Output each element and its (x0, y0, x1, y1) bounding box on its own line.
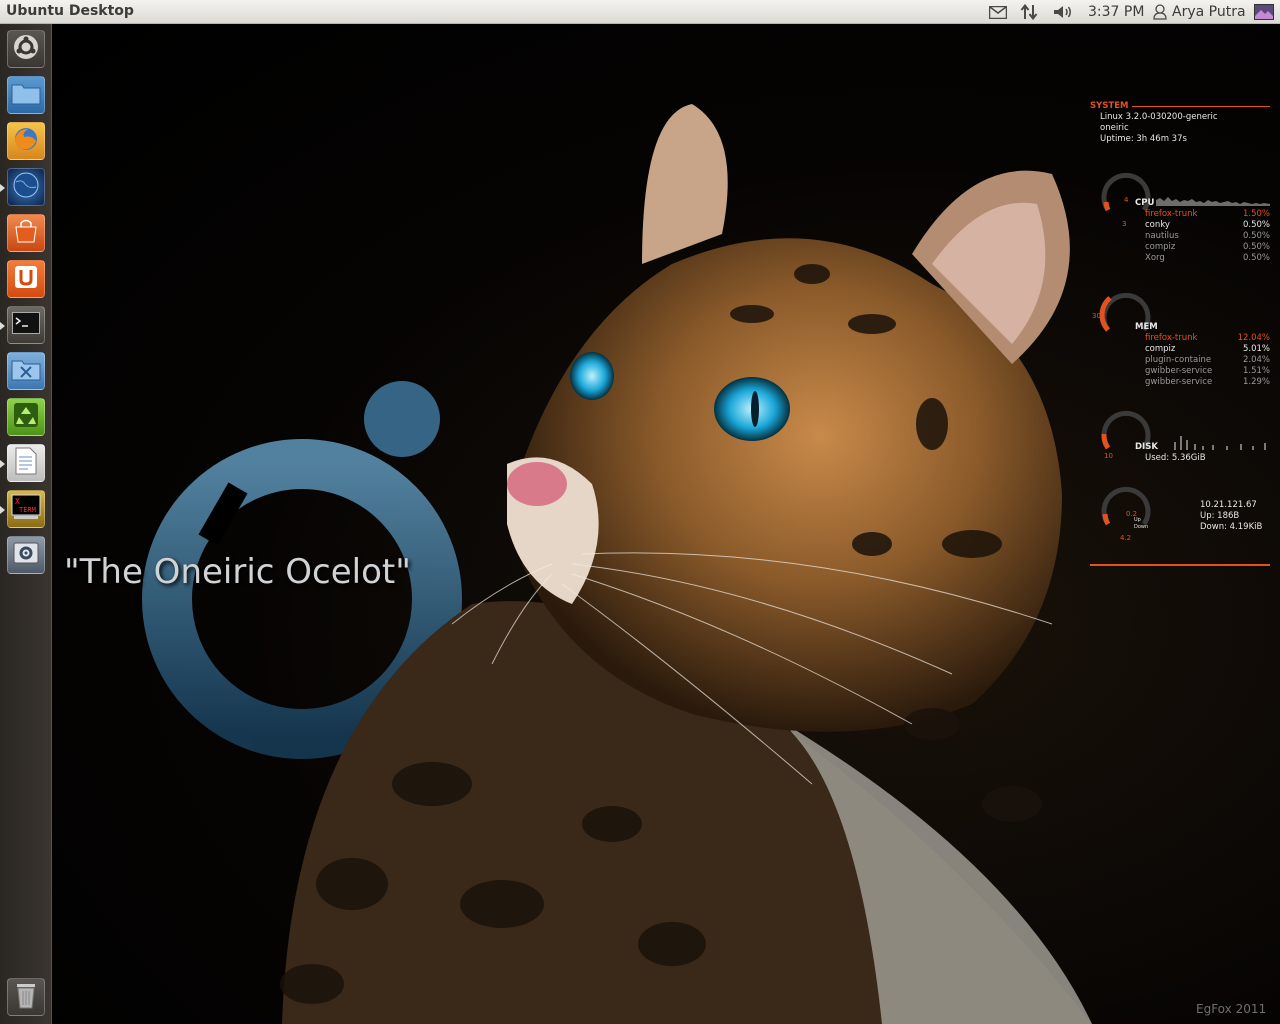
uptime: Uptime: 3h 46m 37s (1100, 134, 1187, 144)
net-up: Up: 186B (1200, 511, 1240, 521)
conky-monitor: SYSTEM Linux 3.2.0-030200-generic oneiri… (1088, 96, 1274, 576)
mem-gauge-label: 30 (1092, 312, 1101, 320)
cpu-proc-name: Xorg (1145, 253, 1165, 263)
cpu-proc-name: firefox-trunk (1145, 209, 1198, 219)
running-indicator (0, 506, 5, 514)
cpu-header: CPU (1135, 198, 1155, 208)
mem-proc-value: 5.01% (1242, 344, 1270, 354)
net-mini-label: Down (1134, 524, 1149, 530)
network-icon[interactable] (1017, 0, 1041, 24)
recycle-app-launcher[interactable] (7, 398, 45, 436)
cpu-proc-name: conky (1145, 220, 1170, 230)
xterm-icon: X TERM (11, 494, 41, 524)
files-launcher[interactable] (7, 76, 45, 114)
mem-proc-value: 2.04% (1242, 355, 1270, 365)
disk-graph (1174, 436, 1266, 450)
terminal-launcher[interactable] (7, 306, 45, 344)
mail-icon[interactable] (986, 0, 1010, 24)
web-browser-launcher[interactable] (7, 168, 45, 206)
mem-header: MEM (1135, 322, 1158, 332)
firefox-launcher[interactable] (7, 122, 45, 160)
divider (1132, 106, 1270, 107)
running-indicator (0, 460, 5, 468)
cpu-proc-name: compiz (1145, 242, 1176, 252)
running-indicator (0, 184, 5, 192)
disk-used: Used: 5.36GiB (1145, 453, 1206, 463)
mem-proc-value: 1.29% (1242, 377, 1270, 387)
running-indicator (0, 322, 5, 330)
globe-icon (12, 171, 40, 203)
ip-address: 10.21.121.67 (1200, 500, 1257, 510)
cpu-proc-value: 0.50% (1242, 253, 1270, 263)
text-editor-launcher[interactable] (7, 444, 45, 482)
ubuntu-one-icon (14, 265, 38, 293)
mem-proc-name: firefox-trunk (1145, 333, 1198, 343)
trash-launcher[interactable] (7, 978, 45, 1016)
dash-home-button[interactable] (7, 30, 45, 68)
cpu-gauge-label: 3 (1122, 220, 1127, 228)
cpu-proc-name: nautilus (1145, 231, 1179, 241)
svg-text:X: X (15, 497, 20, 506)
mem-proc-name: compiz (1145, 344, 1176, 354)
system-tools-launcher[interactable] (7, 352, 45, 390)
disk-gauge-label: 10 (1104, 452, 1113, 460)
mem-proc-name: plugin-containe (1145, 355, 1212, 365)
top-panel: Ubuntu Desktop 3:37 PM Arya Putra (0, 0, 1280, 24)
user-icon[interactable] (1151, 0, 1169, 24)
mem-proc-name: gwibber-service (1145, 366, 1213, 376)
trash-icon (15, 981, 37, 1013)
software-center-launcher[interactable] (7, 214, 45, 252)
clock[interactable]: 3:37 PM (1088, 4, 1144, 20)
cpu-proc-value: 0.50% (1242, 231, 1270, 241)
net-down: Down: 4.19KiB (1200, 522, 1263, 532)
svg-text:TERM: TERM (19, 506, 36, 514)
mem-proc-value: 12.04% (1237, 333, 1270, 343)
volume-icon[interactable] (1050, 0, 1076, 24)
session-icon[interactable] (1252, 0, 1276, 24)
wallpaper-caption: "The Oneiric Ocelot" (64, 552, 411, 592)
net-gauge-label: 4.2 (1120, 534, 1132, 542)
shopping-bag-icon (13, 218, 39, 248)
tools-folder-icon (11, 357, 41, 385)
disk-header: DISK (1135, 442, 1158, 452)
firefox-icon (12, 125, 40, 157)
system-settings-launcher[interactable] (7, 536, 45, 574)
system-header: SYSTEM (1090, 101, 1129, 111)
mem-proc-value: 1.51% (1242, 366, 1270, 376)
cpu-graph (1156, 197, 1270, 206)
ubuntu-one-launcher[interactable] (7, 260, 45, 298)
mem-proc-name: gwibber-service (1145, 377, 1213, 387)
folder-icon (11, 81, 41, 109)
document-icon (15, 447, 37, 479)
ubuntu-logo-icon (13, 34, 39, 64)
recycle-icon (13, 402, 39, 432)
cpu-proc-value: 1.50% (1242, 209, 1270, 219)
codename: oneiric (1100, 123, 1129, 133)
wallpaper-signature: EgFox 2011 (1196, 1002, 1267, 1016)
window-title: Ubuntu Desktop (6, 3, 134, 19)
divider (1090, 564, 1270, 566)
cpu-proc-value: 0.50% (1242, 242, 1270, 252)
xterm-launcher[interactable]: X TERM (7, 490, 45, 528)
user-name[interactable]: Arya Putra (1172, 4, 1246, 20)
cpu-gauge-label: 4 (1124, 196, 1129, 204)
gear-icon (13, 540, 39, 570)
kernel-version: Linux 3.2.0-030200-generic (1100, 112, 1218, 122)
launcher: X TERM (0, 24, 52, 1024)
terminal-icon (12, 312, 40, 338)
cpu-proc-value: 0.50% (1242, 220, 1270, 230)
net-mini-label: Up (1134, 517, 1141, 523)
